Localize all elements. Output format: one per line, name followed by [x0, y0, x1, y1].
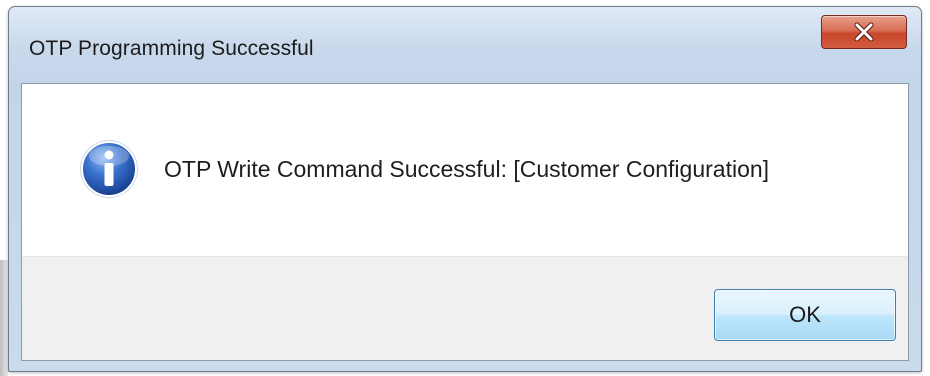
- message-area: OTP Write Command Successful: [Customer …: [22, 84, 908, 256]
- background-window-edge: [0, 260, 8, 376]
- screen: OTP Programming Successful OTP Write Com…: [0, 0, 930, 376]
- ok-button[interactable]: OK: [714, 289, 896, 341]
- title-bar[interactable]: OTP Programming Successful: [9, 7, 921, 83]
- close-icon: [854, 22, 874, 42]
- dialog-title: OTP Programming Successful: [29, 37, 314, 60]
- dialog-footer: OK: [22, 256, 908, 360]
- dialog-client-area: OTP Write Command Successful: [Customer …: [21, 83, 909, 361]
- close-button[interactable]: [821, 15, 907, 49]
- information-icon: [80, 140, 138, 198]
- dialog-message: OTP Write Command Successful: [Customer …: [164, 156, 770, 182]
- message-dialog: OTP Programming Successful OTP Write Com…: [8, 6, 922, 372]
